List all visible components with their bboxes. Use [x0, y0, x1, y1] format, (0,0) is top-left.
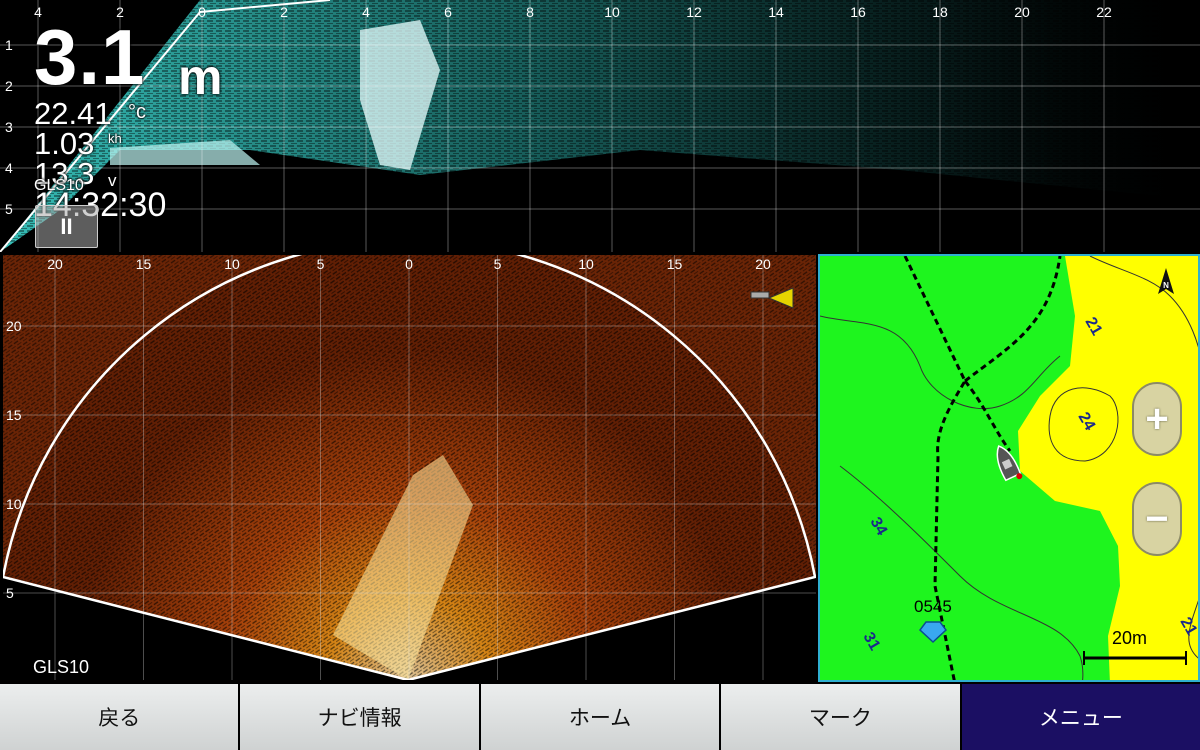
- menu-button[interactable]: メニュー: [961, 684, 1200, 750]
- y-tick-label: 2: [5, 78, 13, 94]
- pause-button[interactable]: II: [35, 205, 98, 248]
- waypoint-label: 0545: [914, 597, 952, 616]
- depth-label-4: 31: [860, 630, 884, 654]
- x-tick-label: 5: [317, 256, 325, 272]
- boat-icon: [996, 445, 1023, 482]
- waypoint-icon: [918, 621, 948, 644]
- chart-map: 21 24 34 31 21 N: [820, 256, 1198, 680]
- track-line: [964, 256, 1062, 383]
- y-tick-label: 3: [5, 119, 13, 135]
- x-tick-label: 10: [224, 256, 240, 272]
- home-button[interactable]: ホーム: [480, 684, 720, 750]
- forward-sonar-panel[interactable]: 20 15 10 5 0 5 10 15 20 20 15 10 5 GLS10: [3, 255, 816, 680]
- y-tick-label: 1: [5, 37, 13, 53]
- water-temp-readout: 22.41: [34, 96, 112, 131]
- x-tick-label: 10: [604, 4, 620, 20]
- y-tick-label: 15: [6, 407, 22, 423]
- x-tick-label: 16: [850, 4, 866, 20]
- y-tick-label: 5: [6, 585, 14, 601]
- x-tick-label: 10: [578, 256, 594, 272]
- bottom-navigation-bar: 戻る ナビ情報 ホーム マーク メニュー: [0, 684, 1200, 750]
- y-tick-label: 4: [5, 160, 13, 176]
- speed-readout: 1.03: [34, 126, 95, 161]
- zoom-in-button[interactable]: +: [1132, 382, 1182, 456]
- mark-button[interactable]: マーク: [721, 684, 960, 750]
- x-tick-label: 5: [494, 256, 502, 272]
- x-tick-label: 20: [1014, 4, 1030, 20]
- sonar-source-label: GLS10: [34, 177, 84, 194]
- track-line: [963, 380, 1012, 452]
- track-line: [903, 256, 967, 680]
- svg-text:N: N: [1163, 281, 1169, 290]
- x-tick-label: 0: [405, 256, 413, 272]
- x-tick-label: 20: [47, 256, 63, 272]
- water-temp-unit: °c: [128, 101, 146, 123]
- x-tick-label: 8: [526, 4, 534, 20]
- x-tick-label: 4: [362, 4, 370, 20]
- x-tick-label: 6: [444, 4, 452, 20]
- scale-label: 20m: [1112, 628, 1148, 648]
- x-tick-label: 2: [280, 4, 288, 20]
- y-tick-label: 20: [6, 318, 22, 334]
- x-tick-label: 15: [667, 256, 683, 272]
- back-button[interactable]: 戻る: [0, 684, 239, 750]
- x-tick-label: 12: [686, 4, 702, 20]
- speed-unit: kh: [108, 131, 122, 146]
- y-tick-label: 10: [6, 496, 22, 512]
- y-tick-label: 5: [5, 201, 13, 217]
- depth-label-3: 34: [867, 515, 891, 539]
- chart-panel[interactable]: 21 24 34 31 21 N 0545 20m + −: [818, 254, 1200, 682]
- sonar-return-texture: [0, 0, 1200, 252]
- x-tick-label: 18: [932, 4, 948, 20]
- depth-unit: m: [178, 49, 223, 105]
- x-tick-label: 15: [136, 256, 152, 272]
- x-tick-label: 20: [755, 256, 771, 272]
- zoom-out-button[interactable]: −: [1132, 482, 1182, 556]
- nav-info-button[interactable]: ナビ情報: [240, 684, 479, 750]
- depth-readout: 3.1: [34, 13, 146, 101]
- depth-contour: [839, 465, 1084, 680]
- down-sonar-image: 42024681012141618202212345: [0, 0, 1200, 252]
- sonar-source-label: GLS10: [33, 657, 90, 677]
- shallow-area: [1018, 256, 1198, 680]
- x-tick-label: 22: [1096, 4, 1112, 20]
- forward-sonar-image: 20 15 10 5 0 5 10 15 20 20 15 10 5: [3, 255, 816, 680]
- down-sonar-panel[interactable]: 42024681012141618202212345 3.1 m 22.41 °…: [0, 0, 1200, 252]
- x-tick-label: 14: [768, 4, 784, 20]
